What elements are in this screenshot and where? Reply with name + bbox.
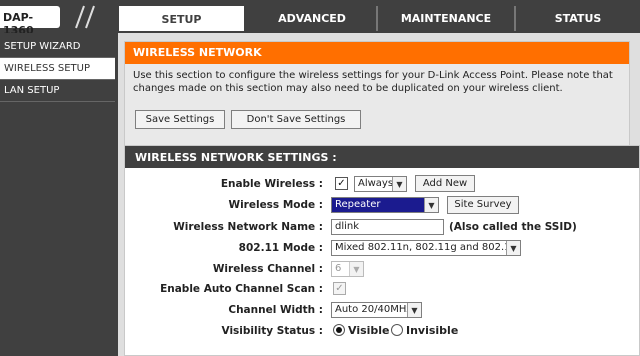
sidebar-item-lan-setup[interactable]: LAN SETUP	[0, 80, 115, 102]
panel-description: Use this section to configure the wirele…	[133, 70, 613, 94]
auto-channel-scan-checkbox[interactable]: ✓	[333, 282, 346, 295]
mode-80211-value: Mixed 802.11n, 802.11g and 802.11b	[335, 242, 521, 253]
schedule-value: Always	[358, 178, 394, 189]
panel-title: WIRELESS NETWORK	[125, 42, 629, 64]
network-name-input[interactable]: dlink	[331, 219, 444, 235]
wireless-channel-select[interactable]: 6 ▼	[331, 261, 364, 277]
wireless-mode-select[interactable]: Repeater ▼	[331, 197, 439, 213]
invisible-radio[interactable]	[391, 324, 403, 336]
enable-wireless-label: Enable Wireless :	[220, 178, 323, 190]
chevron-down-icon: ▼	[392, 177, 406, 191]
radio-selected-icon	[336, 327, 342, 333]
wireless-channel-label: Wireless Channel :	[212, 263, 323, 275]
wireless-settings-panel: WIRELESS NETWORK SETTINGS : Enable Wirel…	[124, 145, 640, 356]
chevron-down-icon: ▼	[349, 262, 363, 276]
mode-80211-label: 802.11 Mode :	[238, 242, 323, 254]
sidebar-item-wireless-setup[interactable]: WIRELESS SETUP	[0, 58, 115, 80]
wireless-channel-value: 6	[335, 263, 342, 274]
ssid-note: (Also called the SSID)	[449, 221, 577, 233]
mode-80211-select[interactable]: Mixed 802.11n, 802.11g and 802.11b ▼	[331, 240, 521, 256]
tab-advanced[interactable]: ADVANCED	[248, 6, 376, 31]
chevron-down-icon: ▼	[506, 241, 520, 255]
chevron-down-icon: ▼	[424, 198, 438, 212]
save-settings-button[interactable]: Save Settings	[135, 110, 225, 129]
schedule-select[interactable]: Always ▼	[354, 176, 407, 192]
channel-width-select[interactable]: Auto 20/40MHz ▼	[331, 302, 422, 318]
auto-channel-scan-label: Enable Auto Channel Scan :	[160, 283, 323, 295]
visible-label: Visible	[348, 324, 390, 337]
sidebar-item-setup-wizard[interactable]: SETUP WIZARD	[0, 36, 115, 58]
tab-setup[interactable]: SETUP	[119, 6, 244, 31]
add-new-button[interactable]: Add New	[415, 175, 475, 192]
site-survey-button[interactable]: Site Survey	[447, 196, 519, 214]
wireless-mode-value: Repeater	[335, 199, 381, 210]
dont-save-settings-button[interactable]: Don't Save Settings	[231, 110, 361, 129]
main-content: WIRELESS NETWORK Use this section to con…	[118, 33, 640, 356]
tab-maintenance[interactable]: MAINTENANCE	[376, 6, 514, 31]
channel-width-value: Auto 20/40MHz	[335, 304, 412, 315]
visible-radio[interactable]	[333, 324, 345, 336]
invisible-label: Invisible	[406, 324, 459, 337]
visibility-status-label: Visibility Status :	[221, 325, 324, 337]
channel-width-label: Channel Width :	[228, 304, 323, 316]
model-name: DAP-1360	[0, 6, 60, 37]
enable-wireless-checkbox[interactable]: ✓	[335, 177, 348, 190]
sidebar: SETUP WIZARD WIRELESS SETUP LAN SETUP	[0, 33, 115, 356]
chevron-down-icon: ▼	[407, 303, 421, 317]
top-bar: DAP-1360 SETUP ADVANCED MAINTENANCE STAT…	[0, 0, 640, 37]
divider-slashes-icon	[75, 5, 95, 29]
network-name-label: Wireless Network Name :	[173, 221, 323, 233]
wireless-mode-label: Wireless Mode :	[228, 199, 323, 211]
settings-title: WIRELESS NETWORK SETTINGS :	[125, 146, 639, 168]
tab-status[interactable]: STATUS	[514, 6, 640, 31]
